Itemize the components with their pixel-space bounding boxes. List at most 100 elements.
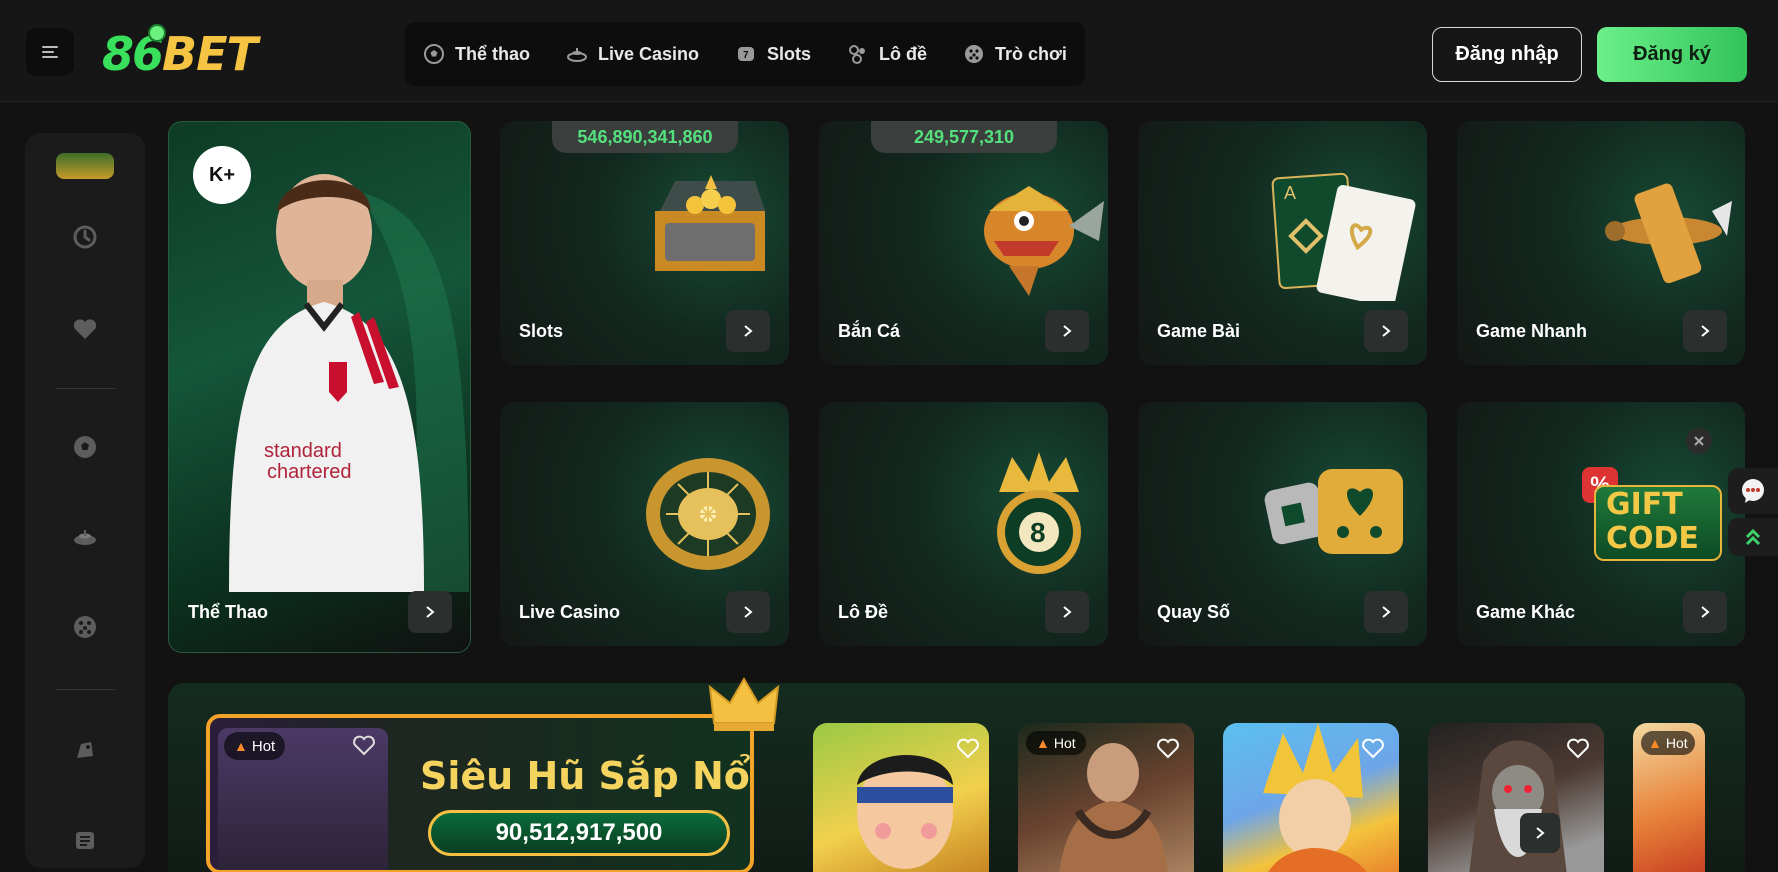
favorite-icon[interactable] — [1566, 737, 1590, 759]
chevron-right-icon — [1536, 827, 1545, 839]
nav-item-slots[interactable]: 7 Slots — [735, 43, 811, 65]
sidebar-divider — [55, 388, 115, 389]
chevron-right-icon — [1382, 325, 1391, 337]
game-thumbnail[interactable]: ▲ Hot — [1633, 723, 1705, 872]
jackpot-counter: 546,890,341,860 — [552, 121, 738, 153]
crown-icon — [708, 677, 780, 731]
close-icon — [1694, 436, 1704, 446]
logo[interactable]: 86 BET — [102, 24, 282, 84]
header: 86 BET Thể thao Live Casino 7 Slots Lô đ… — [0, 0, 1778, 102]
chevron-right-icon — [1063, 325, 1072, 337]
svg-text:A: A — [1284, 183, 1296, 203]
card-arrow-button[interactable] — [1364, 310, 1408, 352]
chevron-right-icon — [1701, 606, 1710, 618]
lottery-ball-crown-image: 8 — [997, 452, 1081, 574]
game-card-game-nhanh[interactable]: Game Nhanh — [1457, 121, 1745, 365]
dice-pair-image — [1264, 469, 1403, 554]
favorite-icon[interactable] — [1361, 737, 1385, 759]
svg-text:8: 8 — [1030, 517, 1046, 548]
card-label: Game Nhanh — [1476, 321, 1588, 341]
card-arrow-button[interactable] — [408, 591, 452, 633]
chevron-right-icon — [1063, 606, 1072, 618]
game-card-live-casino[interactable]: Live Casino — [500, 402, 789, 646]
casino-chip-icon — [567, 48, 587, 62]
casino-chip-icon[interactable] — [71, 523, 99, 551]
news-icon[interactable] — [71, 826, 99, 854]
favorite-icon[interactable] — [1156, 737, 1180, 759]
heart-icon[interactable] — [71, 315, 99, 343]
game-thumbnail[interactable] — [813, 723, 989, 872]
flame-icon: ▲ — [1036, 735, 1050, 751]
game-card-quay-so[interactable]: Quay Số — [1138, 402, 1427, 646]
nav-label: Live Casino — [598, 43, 700, 64]
card-label: Slots — [519, 321, 564, 341]
card-arrow-button[interactable] — [726, 310, 770, 352]
svg-text:chartered: chartered — [267, 461, 352, 483]
nav-label: Slots — [767, 43, 812, 64]
nav-item-the-thao[interactable]: Thể thao — [423, 43, 530, 65]
card-arrow-button[interactable] — [1364, 591, 1408, 633]
sidebar-featured-thumbnail[interactable] — [56, 153, 114, 179]
game-thumbnail[interactable] — [1428, 723, 1604, 872]
card-label: Quay Số — [1157, 602, 1231, 622]
flame-icon: ▲ — [1648, 735, 1662, 751]
promotions-icon[interactable] — [71, 736, 99, 764]
card-arrow-button[interactable] — [1683, 591, 1727, 633]
soccer-ball-icon[interactable] — [71, 433, 99, 461]
jackpot-promo-banner[interactable]: ▲ Hot Siêu Hũ Sắp Nổ 90,512,917,500 — [206, 714, 754, 872]
menu-button[interactable] — [26, 28, 74, 76]
card-arrow-button[interactable] — [1045, 591, 1089, 633]
nav-item-live-casino[interactable]: Live Casino — [566, 43, 699, 65]
chevron-right-icon — [1382, 606, 1391, 618]
nav-label: Trò chơi — [995, 43, 1067, 64]
playing-cards-image: A — [1271, 172, 1416, 301]
favorite-icon[interactable] — [956, 737, 980, 759]
chat-bubble-icon — [1742, 479, 1764, 503]
game-card-game-bai[interactable]: A Game Bài — [1138, 121, 1427, 365]
slot-machine-icon: 7 — [738, 47, 755, 61]
login-button[interactable]: Đăng nhập — [1432, 27, 1582, 82]
game-thumbnail[interactable]: ▲ Hot — [1018, 723, 1194, 872]
promo-amount: 90,512,917,500 — [495, 819, 663, 846]
nav-item-lo-de[interactable]: Lô đề — [847, 43, 927, 65]
card-arrow-button[interactable] — [1045, 310, 1089, 352]
favorite-icon[interactable] — [352, 734, 376, 756]
game-card-ban-ca[interactable]: 249,577,310 Bắn Cá — [819, 121, 1108, 365]
gift-text: GIFT — [1606, 487, 1683, 522]
nav-item-tro-choi[interactable]: Trò chơi — [963, 43, 1067, 65]
airplane-image — [1605, 183, 1732, 284]
sidebar — [25, 133, 145, 868]
card-arrow-button[interactable] — [726, 591, 770, 633]
carousel-next-button[interactable] — [1520, 813, 1560, 853]
logo-text: BET — [162, 27, 258, 81]
code-text: CODE — [1606, 521, 1699, 556]
main-nav: Thể thao Live Casino 7 Slots Lô đề Trò c… — [405, 22, 1085, 86]
promo-amount-box: 90,512,917,500 — [428, 810, 730, 856]
card-label: Bắn Cá — [838, 321, 901, 341]
chevron-right-icon — [744, 606, 753, 618]
soccer-ball-icon — [424, 44, 444, 64]
chat-support-button[interactable] — [1728, 468, 1778, 514]
card-arrow-button[interactable] — [1683, 310, 1727, 352]
close-gift-code-button[interactable] — [1686, 428, 1712, 454]
card-label: Thể Thao — [188, 602, 268, 622]
double-chevron-up-icon — [1745, 528, 1761, 546]
chevron-right-icon — [744, 325, 753, 337]
register-button[interactable]: Đăng ký — [1597, 27, 1747, 82]
game-card-the-thao[interactable]: standard chartered K+ Thể Thao — [168, 121, 471, 653]
scroll-top-button[interactable] — [1728, 518, 1778, 556]
nav-label: Lô đề — [879, 43, 928, 64]
game-card-slots[interactable]: 546,890,341,860 Slots — [500, 121, 789, 365]
game-card-lo-de[interactable]: 8 Lô Đề — [819, 402, 1108, 646]
roulette-wheel-image — [646, 458, 770, 570]
hot-label: Hot — [1665, 735, 1688, 751]
game-thumbnail[interactable] — [1223, 723, 1399, 872]
flame-icon: ▲ — [234, 738, 248, 754]
history-icon[interactable] — [71, 223, 99, 251]
dice-icon[interactable] — [71, 613, 99, 641]
sidebar-divider — [55, 689, 115, 690]
card-label: Live Casino — [519, 602, 621, 622]
hot-label: Hot — [1053, 735, 1076, 751]
nav-label: Thể thao — [455, 43, 530, 64]
lottery-balls-icon — [849, 45, 866, 64]
